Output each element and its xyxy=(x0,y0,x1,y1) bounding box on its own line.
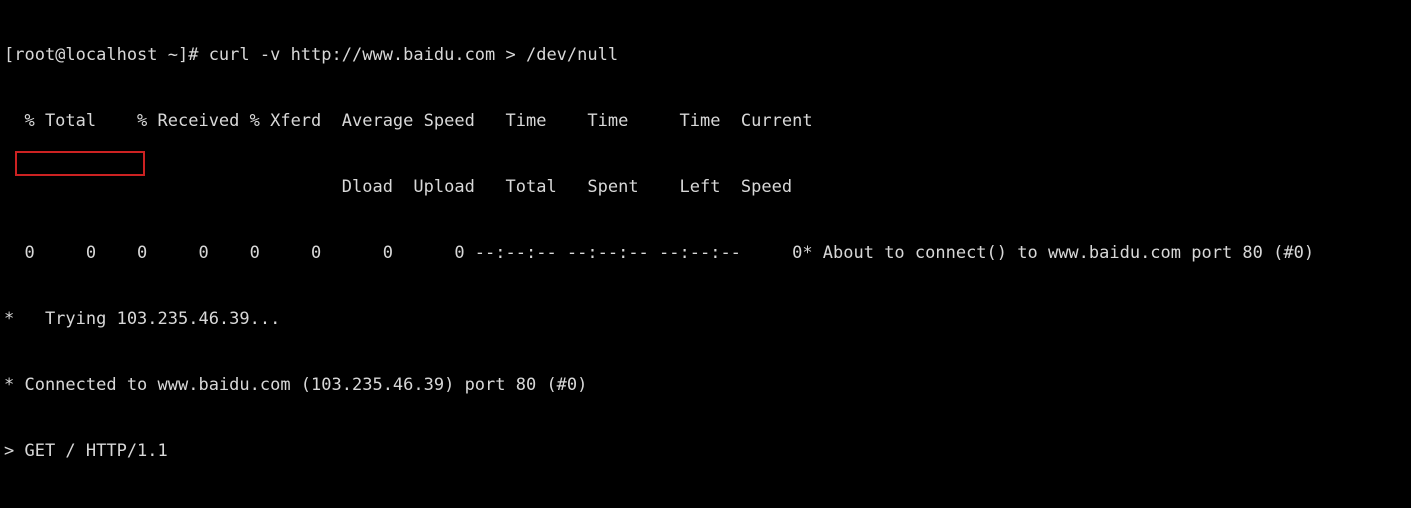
terminal-line-connected: * Connected to www.baidu.com (103.235.46… xyxy=(4,375,588,395)
terminal-line-command: [root@localhost ~]# curl -v http://www.b… xyxy=(4,45,619,65)
terminal-line-progress-values: 0 0 0 0 0 0 0 0 --:--:-- --:--:-- --:--:… xyxy=(4,243,1315,263)
terminal-line-trying: * Trying 103.235.46.39... xyxy=(4,309,281,329)
terminal-line-request-get: > GET / HTTP/1.1 xyxy=(4,441,168,461)
terminal-line-progress-header-1: % Total % Received % Xferd Average Speed… xyxy=(4,111,813,131)
terminal-output: [root@localhost ~]# curl -v http://www.b… xyxy=(4,0,1314,508)
terminal-line-progress-header-2: Dload Upload Total Spent Left Speed xyxy=(4,177,793,197)
terminal-window[interactable]: [root@localhost ~]# curl -v http://www.b… xyxy=(0,0,1411,508)
